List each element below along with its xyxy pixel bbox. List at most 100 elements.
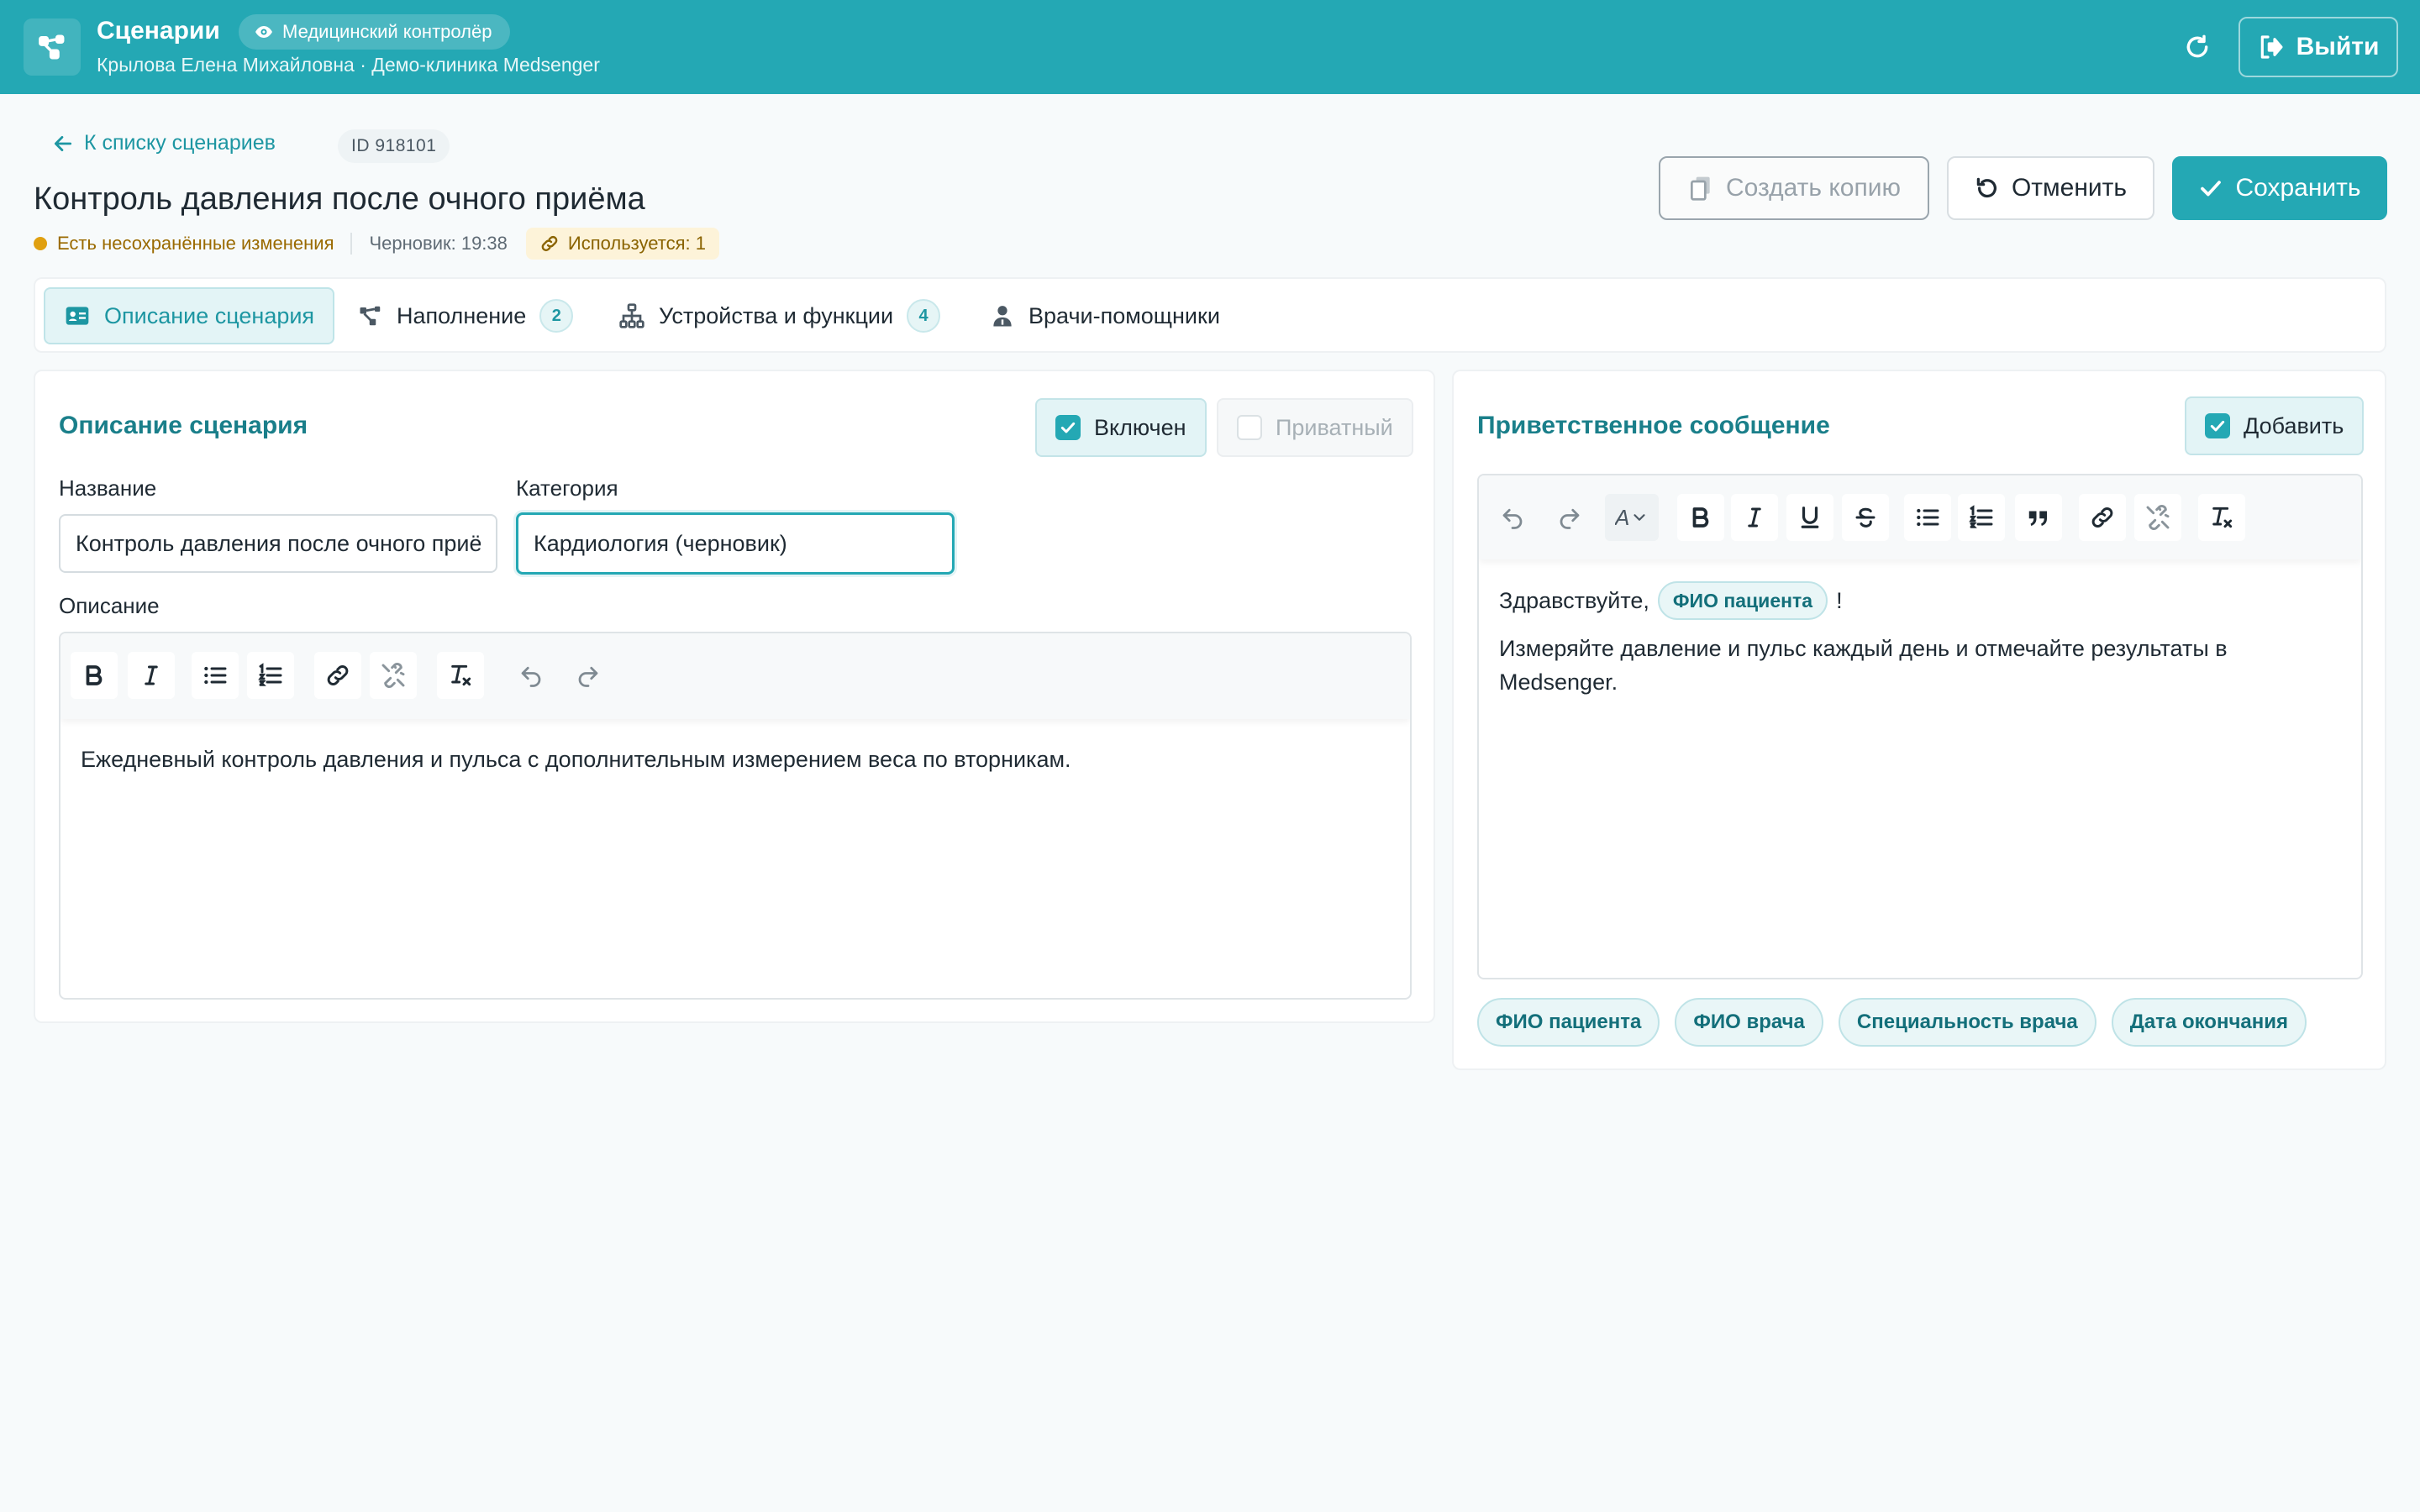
variable-chip-end-date[interactable]: Дата окончания <box>2111 998 2307 1047</box>
add-welcome-toggle[interactable]: Добавить <box>2185 396 2365 455</box>
inline-variable-chip[interactable]: ФИО пациента <box>1657 581 1828 620</box>
remove-link-button[interactable] <box>2134 494 2181 541</box>
unsaved-label: Есть несохранённые изменения <box>57 233 334 254</box>
bold-icon <box>1692 507 1709 528</box>
unsaved-status: Есть несохранённые изменения <box>34 233 334 255</box>
name-input[interactable] <box>59 514 497 573</box>
insert-link-button[interactable] <box>314 652 361 699</box>
create-copy-label: Создать копию <box>1726 174 1901 202</box>
italic-button[interactable] <box>1731 494 1778 541</box>
redo-button[interactable] <box>1546 494 1593 541</box>
clear-format-icon <box>2212 507 2233 528</box>
strikethrough-button[interactable] <box>1842 494 1889 541</box>
numbered-list-icon <box>1969 505 1993 528</box>
flow-icon <box>360 306 381 326</box>
undo-icon <box>521 666 541 687</box>
usage-badge[interactable]: Используется: 1 <box>525 228 719 260</box>
greeting-text: Здравствуйте, <box>1499 588 1649 613</box>
category-input[interactable] <box>516 512 955 575</box>
body-text: Измеряйте давление и пульс каждый день и… <box>1499 636 2228 695</box>
category-field-label: Категория <box>516 475 618 501</box>
page-title: Контроль давления после очного приёма <box>34 181 645 217</box>
check-icon <box>2201 181 2222 197</box>
italic-icon <box>1748 507 1761 528</box>
italic-icon <box>145 665 158 685</box>
tab-devices-count: 4 <box>907 299 941 333</box>
welcome-text[interactable]: Здравствуйте, ФИО пациента ! Измеряйте д… <box>1499 578 2339 699</box>
variable-chip-patient-name[interactable]: ФИО пациента <box>1477 998 1660 1047</box>
tab-content-count: 2 <box>539 299 574 333</box>
enabled-toggle[interactable]: Включен <box>1035 398 1207 457</box>
bold-button[interactable] <box>71 652 118 699</box>
welcome-editor-toolbar: A <box>1479 475 2361 559</box>
strikethrough-icon <box>1855 507 1876 528</box>
check-icon <box>2210 420 2225 432</box>
welcome-editor: A Здравствуйте, ФИО пациента ! Измеряйте… <box>1477 474 2363 979</box>
copy-icon <box>1691 176 1710 201</box>
editor-toolbar <box>60 633 1410 719</box>
redo-button[interactable] <box>565 652 612 699</box>
clear-format-button[interactable] <box>437 652 484 699</box>
save-button[interactable]: Сохранить <box>2172 156 2387 220</box>
underline-button[interactable] <box>1786 494 1833 541</box>
remove-link-button[interactable] <box>370 652 417 699</box>
top-bar: Сценарии Медицинский контролёр Крылова Е… <box>0 0 2420 94</box>
quote-button[interactable] <box>2015 494 2062 541</box>
welcome-card-title: Приветственное сообщение <box>1477 412 1830 439</box>
private-label: Приватный <box>1276 414 1393 440</box>
user-info: Крылова Елена Михайловна · Демо-клиника … <box>97 54 600 76</box>
description-card: Описание сценария Включен Приватный Назв… <box>34 370 1435 1023</box>
greeting-line: Здравствуйте, ФИО пациента ! <box>1499 578 2339 623</box>
quote-icon <box>2028 511 2047 526</box>
bullet-list-button[interactable] <box>1904 494 1951 541</box>
id-card-icon <box>66 307 89 325</box>
cancel-label: Отменить <box>2011 174 2128 202</box>
back-to-list-link[interactable]: К списку сценариев <box>52 131 276 155</box>
cancel-button[interactable]: Отменить <box>1947 156 2154 220</box>
italic-button[interactable] <box>128 652 175 699</box>
tab-content[interactable]: Наполнение 2 <box>358 287 574 344</box>
description-card-title: Описание сценария <box>59 412 308 439</box>
insert-link-button[interactable] <box>2079 494 2126 541</box>
private-toggle[interactable]: Приватный <box>1217 398 1413 457</box>
bullet-list-icon <box>1917 508 1939 527</box>
refresh-button[interactable] <box>2180 29 2215 65</box>
enabled-checkbox[interactable] <box>1055 415 1081 440</box>
numbered-list-button[interactable] <box>247 652 294 699</box>
tab-assistants-label: Врачи-помощники <box>1028 302 1220 328</box>
role-badge-label: Медицинский контролёр <box>282 21 492 42</box>
back-link-label: К списку сценариев <box>84 131 276 155</box>
usage-label: Используется: 1 <box>567 233 706 254</box>
eye-icon <box>255 26 272 38</box>
sitemap-icon <box>619 303 644 328</box>
description-text[interactable]: Ежедневный контроль давления и пульса с … <box>81 743 1392 776</box>
undo-button[interactable] <box>508 652 555 699</box>
font-size-dropdown[interactable]: A <box>1605 494 1659 541</box>
add-welcome-label: Добавить <box>2244 412 2344 438</box>
bullet-list-button[interactable] <box>192 652 239 699</box>
redo-icon <box>1560 508 1580 529</box>
underline-icon <box>1801 507 1819 528</box>
bold-button[interactable] <box>1677 494 1724 541</box>
tab-devices[interactable]: Устройства и функции 4 <box>618 287 941 344</box>
private-checkbox[interactable] <box>1237 415 1262 440</box>
scenario-flow-icon[interactable] <box>24 18 81 76</box>
undo-icon <box>1502 508 1523 529</box>
variable-chip-doctor-specialty[interactable]: Специальность врача <box>1838 998 2096 1047</box>
logout-label: Выйти <box>2296 33 2380 60</box>
numbered-list-button[interactable] <box>1958 494 2005 541</box>
logout-button[interactable]: Выйти <box>2238 17 2398 77</box>
check-icon <box>1060 422 1076 433</box>
description-field-label: Описание <box>59 593 160 618</box>
variable-chip-doctor-name[interactable]: ФИО врача <box>1675 998 1823 1047</box>
create-copy-button[interactable]: Создать копию <box>1659 156 1929 220</box>
undo-button[interactable] <box>1489 494 1536 541</box>
add-welcome-checkbox[interactable] <box>2205 413 2230 438</box>
clear-format-button[interactable] <box>2198 494 2245 541</box>
tab-assistants[interactable]: Врачи-помощники <box>990 287 1220 344</box>
undo-icon <box>1976 177 1996 198</box>
link-icon <box>541 235 558 252</box>
refresh-icon <box>2186 34 2208 58</box>
redo-icon <box>578 666 598 687</box>
tab-description[interactable]: Описание сценария <box>44 287 335 344</box>
